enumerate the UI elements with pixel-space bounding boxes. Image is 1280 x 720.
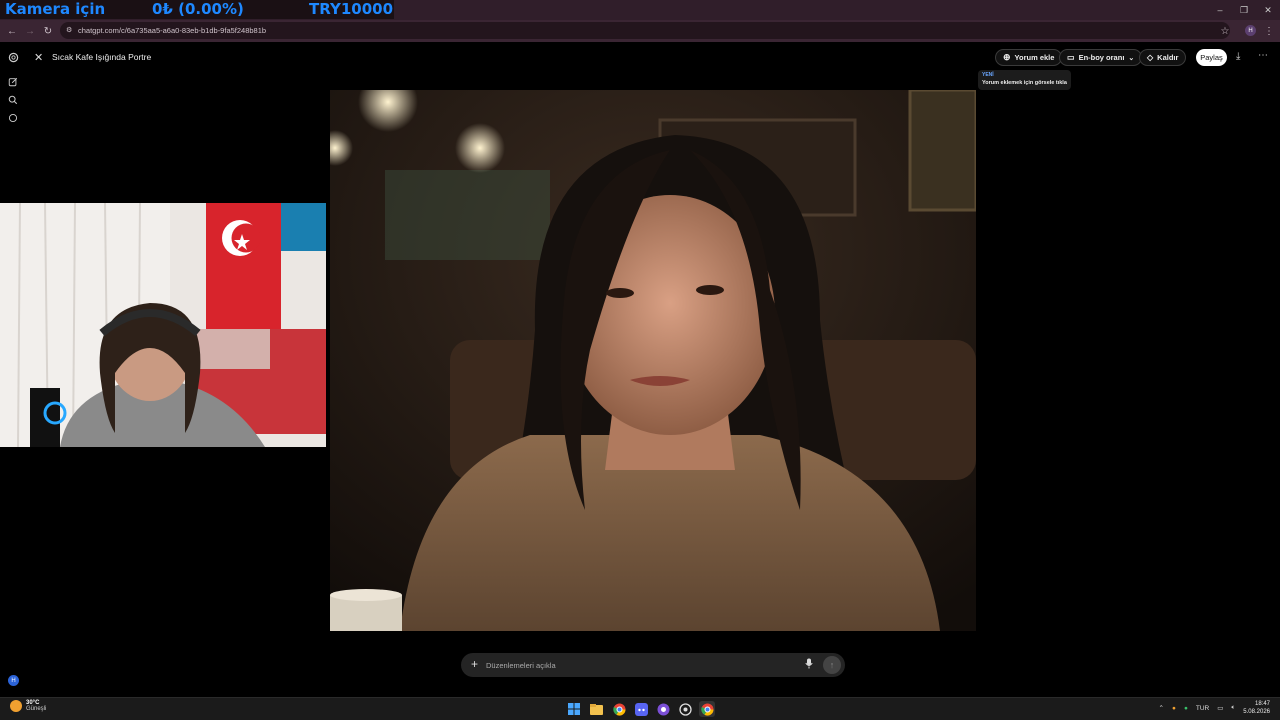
user-avatar[interactable]: H [8, 675, 19, 686]
reload-icon[interactable]: ↻ [39, 22, 57, 40]
profile-avatar[interactable]: H [1245, 25, 1256, 36]
discord-icon[interactable] [633, 701, 649, 717]
add-comment-button[interactable]: ⊕ Yorum ekle [995, 49, 1063, 66]
file-explorer-icon[interactable] [588, 701, 604, 717]
mic-icon[interactable] [805, 658, 813, 671]
download-icon[interactable]: ⤓ [1236, 51, 1240, 62]
remove-button[interactable]: ◇ Kaldır [1139, 49, 1187, 66]
start-icon[interactable] [566, 701, 582, 717]
language-indicator[interactable]: TUR [1196, 705, 1209, 712]
restore-icon[interactable]: ❐ [1232, 0, 1256, 20]
chevron-up-icon[interactable]: ⌃ [1159, 704, 1164, 712]
clock[interactable]: 18:47 5.08.2026 [1243, 700, 1270, 716]
chat-icon[interactable] [7, 112, 19, 124]
plus-icon[interactable]: + [471, 657, 478, 671]
share-button[interactable]: Paylaş [1196, 49, 1227, 66]
back-icon[interactable]: ← [3, 22, 21, 40]
search-icon[interactable] [7, 94, 19, 106]
site-info-icon[interactable]: ⚙ [66, 26, 72, 34]
volume-icon[interactable]: 🔈︎ [1231, 704, 1235, 712]
chrome-profile-icon[interactable] [655, 701, 671, 717]
webcam-overlay [0, 203, 326, 447]
sun-icon [10, 700, 22, 712]
send-icon[interactable]: ↑ [823, 656, 841, 674]
chatgpt-logo-icon[interactable] [7, 51, 19, 63]
browser-menu-icon[interactable]: ⋮ [1260, 22, 1278, 40]
tooltip-text: Yorum eklemek için görsele tıkla [982, 80, 1067, 86]
add-comment-label: Yorum ekle [1014, 53, 1055, 62]
overlay-label-amount: 0₺ (0.00%) [152, 0, 244, 18]
clock-time: 18:47 [1254, 701, 1270, 707]
eraser-icon: ◇ [1147, 53, 1154, 62]
more-icon[interactable]: ⋯ [1258, 50, 1268, 61]
taskbar: 30°C Güneşli ⌃ ● ● TUR ▭ 🔈︎ 18:47 5.08.2… [0, 697, 1280, 720]
tray-mic-icon[interactable]: ● [1184, 705, 1188, 712]
comment-tooltip: YENİ Yorum eklemek için görsele tıkla [978, 70, 1071, 90]
window-controls: – ❐ ✕ [1208, 0, 1280, 20]
tray-app-icon[interactable]: ● [1172, 705, 1176, 712]
clock-date: 5.08.2026 [1243, 709, 1270, 715]
tooltip-badge: YENİ [982, 72, 994, 78]
chrome-icon[interactable] [611, 701, 627, 717]
app-icon[interactable] [677, 701, 693, 717]
display-icon[interactable]: ▭ [1217, 704, 1223, 712]
comment-icon: ⊕ [1003, 52, 1011, 62]
close-icon[interactable]: ✕ [34, 51, 43, 64]
weather-desc: Güneşli [26, 706, 47, 712]
minimize-icon[interactable]: – [1208, 0, 1232, 20]
page-title: Sıcak Kafe Işığında Portre [52, 52, 152, 62]
overlay-label-camera: Kamera için [5, 0, 106, 18]
composer: + ↑ [461, 653, 845, 677]
forward-icon[interactable]: → [21, 22, 39, 40]
aspect-ratio-button[interactable]: ▭ En-boy oranı ⌄ [1059, 49, 1143, 66]
new-chat-icon[interactable] [7, 76, 19, 88]
close-window-icon[interactable]: ✕ [1256, 0, 1280, 20]
generated-image[interactable] [330, 90, 976, 631]
aspect-ratio-label: En-boy oranı [1078, 53, 1125, 62]
stream-overlay: Kamera için 0₺ (0.00%) TRY10000 [0, 0, 394, 19]
address-bar-row: ← → ↻ ⚙ chatgpt.com/c/6a735aa5-a6a0-83eb… [0, 20, 1280, 42]
url-field[interactable]: ⚙ chatgpt.com/c/6a735aa5-a6a0-83eb-b1db-… [60, 22, 1230, 39]
weather-widget[interactable]: 30°C Güneşli [10, 700, 46, 712]
remove-label: Kaldır [1157, 53, 1179, 62]
aspect-icon: ▭ [1067, 53, 1075, 62]
overlay-label-goal: TRY10000 [309, 0, 394, 18]
bookmark-star-icon[interactable]: ☆ [1216, 22, 1234, 40]
system-tray: ⌃ ● ● TUR ▭ 🔈︎ 18:47 5.08.2026 [1159, 700, 1270, 716]
url-text: chatgpt.com/c/6a735aa5-a6a0-83eb-b1db-9f… [78, 26, 267, 35]
composer-input[interactable] [486, 658, 796, 672]
chevron-down-icon: ⌄ [1128, 54, 1135, 62]
chrome-active-icon[interactable] [699, 701, 715, 717]
